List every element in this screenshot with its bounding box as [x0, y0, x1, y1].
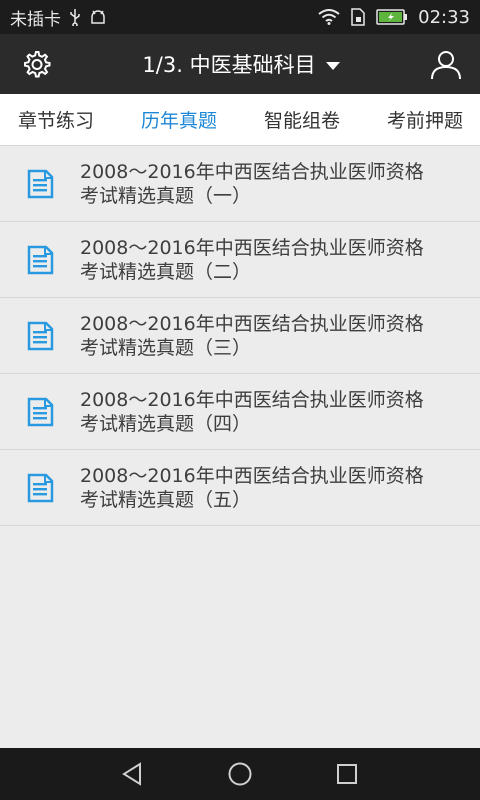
- gear-icon: [24, 51, 51, 78]
- page-title: 1/3. 中医基础科目: [142, 53, 316, 77]
- document-icon: [0, 397, 80, 427]
- tab-bar: 章节练习 历年真题 智能组卷 考前押题: [0, 94, 480, 146]
- tab-past-exams[interactable]: 历年真题: [141, 106, 217, 133]
- recents-button[interactable]: [322, 749, 372, 799]
- subject-selector[interactable]: 1/3. 中医基础科目: [142, 49, 340, 79]
- list-item[interactable]: 2008～2016年中西医结合执业医师资格 考试精选真题（一）: [0, 146, 480, 222]
- settings-button[interactable]: [16, 44, 56, 84]
- list-item[interactable]: 2008～2016年中西医结合执业医师资格 考试精选真题（四）: [0, 374, 480, 450]
- home-icon: [228, 762, 252, 786]
- usb-icon: [69, 8, 81, 26]
- clock: 02:33: [418, 6, 470, 28]
- user-icon: [431, 51, 461, 80]
- recents-icon: [336, 764, 357, 784]
- wifi-icon: [318, 9, 340, 25]
- exam-list: 2008～2016年中西医结合执业医师资格 考试精选真题（一） 2008～201…: [0, 146, 480, 526]
- sim-icon: [350, 8, 366, 26]
- profile-button[interactable]: [426, 44, 466, 84]
- list-item-title: 2008～2016年中西医结合执业医师资格 考试精选真题（二）: [80, 236, 424, 283]
- document-icon: [0, 169, 80, 199]
- tab-smart-paper[interactable]: 智能组卷: [264, 106, 340, 133]
- dropdown-caret-icon: [325, 61, 340, 70]
- list-item[interactable]: 2008～2016年中西医结合执业医师资格 考试精选真题（三）: [0, 298, 480, 374]
- home-button[interactable]: [215, 749, 265, 799]
- title-bar: 1/3. 中医基础科目: [0, 34, 480, 94]
- system-nav-bar: [0, 748, 480, 800]
- tab-chapter-practice[interactable]: 章节练习: [18, 106, 94, 133]
- list-item[interactable]: 2008～2016年中西医结合执业医师资格 考试精选真题（二）: [0, 222, 480, 298]
- document-icon: [0, 245, 80, 275]
- back-button[interactable]: [108, 749, 158, 799]
- document-icon: [0, 473, 80, 503]
- document-icon: [0, 321, 80, 351]
- list-item-title: 2008～2016年中西医结合执业医师资格 考试精选真题（三）: [80, 312, 424, 359]
- list-item-title: 2008～2016年中西医结合执业医师资格 考试精选真题（一）: [80, 160, 424, 207]
- back-icon: [122, 762, 142, 786]
- list-item[interactable]: 2008～2016年中西医结合执业医师资格 考试精选真题（五）: [0, 450, 480, 526]
- status-left: 未插卡: [10, 5, 107, 30]
- status-bar: 未插卡 02:33: [0, 0, 480, 34]
- list-item-title: 2008～2016年中西医结合执业医师资格 考试精选真题（五）: [80, 464, 424, 511]
- android-debug-icon: [89, 9, 107, 25]
- list-item-title: 2008～2016年中西医结合执业医师资格 考试精选真题（四）: [80, 388, 424, 435]
- battery-charging-icon: [376, 9, 408, 25]
- tab-predicted-questions[interactable]: 考前押题: [387, 106, 463, 133]
- status-right: 02:33: [318, 7, 470, 28]
- carrier-label: 未插卡: [10, 9, 61, 30]
